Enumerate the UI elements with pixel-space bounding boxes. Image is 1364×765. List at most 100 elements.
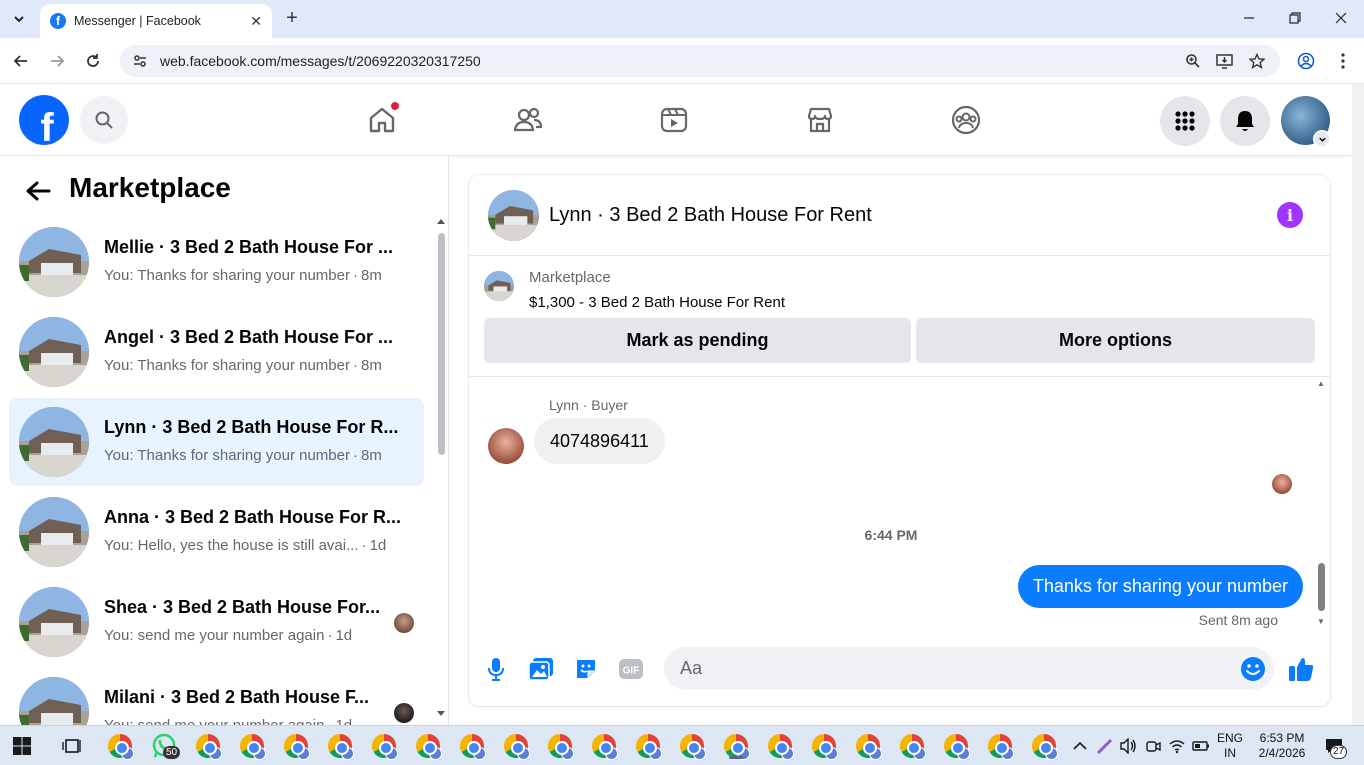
facebook-search-button[interactable] xyxy=(80,96,128,144)
conversation-avatar xyxy=(19,317,89,387)
taskbar-chrome-window[interactable] xyxy=(986,732,1014,760)
back-arrow-icon xyxy=(26,181,51,201)
scroll-up-icon[interactable] xyxy=(437,218,445,224)
tab-close-icon[interactable]: ✕ xyxy=(250,13,262,30)
reload-icon[interactable] xyxy=(80,48,106,74)
close-window-icon[interactable] xyxy=(1318,0,1364,36)
message-scrollbar[interactable]: ▲ ▼ xyxy=(1315,377,1327,632)
page-scrollbar[interactable] xyxy=(1352,84,1364,725)
incoming-message[interactable]: 4074896411 xyxy=(534,418,665,464)
scrollbar-thumb[interactable] xyxy=(1318,563,1325,611)
tab-search-dropdown[interactable] xyxy=(6,6,32,32)
taskbar-chrome-1[interactable] xyxy=(106,732,134,760)
bookmark-star-icon[interactable] xyxy=(1244,48,1270,74)
chevron-down-icon xyxy=(14,16,24,23)
emoji-button[interactable] xyxy=(1240,656,1266,682)
task-view-button[interactable] xyxy=(57,732,85,760)
chat-listing-avatar[interactable] xyxy=(488,190,539,241)
outgoing-message[interactable]: Thanks for sharing your number xyxy=(1017,565,1303,608)
taskbar-chrome-window[interactable] xyxy=(458,732,486,760)
conversation-preview: You: Thanks for sharing your number · 8m xyxy=(104,267,414,284)
volume-icon[interactable] xyxy=(1114,732,1142,760)
nav-home[interactable] xyxy=(364,101,400,138)
back-button[interactable] xyxy=(22,175,54,207)
attach-photo-button[interactable] xyxy=(527,655,555,683)
conversation-item[interactable]: Lynn · 3 Bed 2 Bath House For R... You: T… xyxy=(9,398,424,486)
install-app-icon[interactable] xyxy=(1212,48,1238,74)
taskbar-chrome-window[interactable] xyxy=(546,732,574,760)
preview-time: 1d xyxy=(335,627,353,644)
taskbar-chrome-window[interactable] xyxy=(590,732,618,760)
taskbar-chrome-window[interactable] xyxy=(810,732,838,760)
taskbar-chrome-window[interactable] xyxy=(1030,732,1058,760)
system-clock[interactable]: 6:53 PM 2/4/2026 xyxy=(1252,731,1312,761)
taskbar-chrome-window[interactable] xyxy=(766,732,794,760)
scroll-up-icon[interactable]: ▲ xyxy=(1316,379,1326,388)
restore-icon[interactable] xyxy=(1272,0,1318,36)
scroll-down-icon[interactable]: ▼ xyxy=(1316,617,1326,626)
taskbar-chrome-window[interactable] xyxy=(414,732,442,760)
scroll-down-icon[interactable] xyxy=(437,711,445,717)
input-language[interactable]: ENG IN xyxy=(1214,731,1246,761)
facebook-logo-icon[interactable]: f xyxy=(19,95,69,145)
address-bar[interactable]: web.facebook.com/messages/t/206922032031… xyxy=(120,45,1280,77)
more-options-button[interactable]: More options xyxy=(916,318,1315,363)
start-button[interactable] xyxy=(8,732,36,760)
taskbar-chrome-window[interactable] xyxy=(854,732,882,760)
nav-marketplace[interactable] xyxy=(802,102,838,138)
taskbar-chrome-window[interactable] xyxy=(898,732,926,760)
taskbar-whatsapp[interactable]: 50 xyxy=(150,732,181,760)
nav-friends[interactable] xyxy=(510,102,546,138)
conversation-item[interactable]: Mellie · 3 Bed 2 Bath House For ... You: … xyxy=(9,218,424,306)
minimize-icon[interactable] xyxy=(1226,0,1272,36)
conversation-item[interactable]: Milani · 3 Bed 2 Bath House F... You: sen… xyxy=(9,668,424,725)
sticker-button[interactable] xyxy=(572,655,600,683)
like-send-button[interactable] xyxy=(1287,655,1315,683)
site-info-icon[interactable] xyxy=(132,53,148,69)
sticker-icon xyxy=(577,660,595,678)
buyer-avatar[interactable] xyxy=(488,428,524,464)
nav-groups[interactable] xyxy=(948,102,984,138)
new-tab-plus-icon[interactable]: + xyxy=(282,8,302,28)
conversation-item[interactable]: Angel · 3 Bed 2 Bath House For ... You: T… xyxy=(9,308,424,396)
notifications-button[interactable] xyxy=(1220,96,1270,146)
zoom-icon[interactable] xyxy=(1180,48,1206,74)
gif-button[interactable]: GIF xyxy=(617,655,645,683)
conversation-item[interactable]: Anna · 3 Bed 2 Bath House For R... You: H… xyxy=(9,488,424,576)
listing-title[interactable]: $1,300 - 3 Bed 2 Bath House For Rent xyxy=(529,294,785,311)
taskbar-chrome-window[interactable] xyxy=(194,732,222,760)
taskbar-chrome-window[interactable] xyxy=(678,732,706,760)
forward-nav-icon[interactable] xyxy=(44,48,70,74)
back-nav-icon[interactable] xyxy=(8,48,34,74)
nav-watch[interactable] xyxy=(656,102,692,138)
chrome-icon xyxy=(812,734,838,760)
listing-thumbnail[interactable] xyxy=(484,271,514,301)
chat-title[interactable]: Lynn · 3 Bed 2 Bath House For Rent xyxy=(549,204,872,227)
show-hidden-icons-button[interactable] xyxy=(1066,732,1094,760)
preview-text: You: send me your number again xyxy=(104,717,324,725)
message-input[interactable] xyxy=(664,647,1224,690)
taskbar-chrome-window[interactable] xyxy=(326,732,354,760)
seen-avatar xyxy=(394,703,414,723)
taskbar-chrome-window[interactable] xyxy=(370,732,398,760)
taskbar-chrome-window[interactable] xyxy=(634,732,662,760)
scrollbar-thumb[interactable] xyxy=(438,233,445,455)
taskbar-chrome-window[interactable] xyxy=(942,732,970,760)
conversation-preview: You: Thanks for sharing your number · 8m xyxy=(104,357,414,374)
browser-tab[interactable]: f Messenger | Facebook ✕ xyxy=(40,4,272,38)
notification-center[interactable]: 27 xyxy=(1320,732,1348,760)
voice-clip-button[interactable] xyxy=(482,655,510,683)
menu-button[interactable] xyxy=(1160,96,1210,146)
taskbar-chrome-window[interactable] xyxy=(722,732,750,760)
chrome-menu-icon[interactable] xyxy=(1330,48,1356,74)
conversation-item[interactable]: Shea · 3 Bed 2 Bath House For... You: sen… xyxy=(9,578,424,666)
taskbar-chrome-window[interactable] xyxy=(502,732,530,760)
conversation-list-scrollbar[interactable] xyxy=(437,218,445,725)
battery-icon[interactable] xyxy=(1187,732,1215,760)
account-chevron-icon[interactable] xyxy=(1313,130,1331,148)
chrome-profile-icon[interactable] xyxy=(1293,48,1319,74)
info-icon[interactable]: i xyxy=(1277,202,1303,228)
taskbar-chrome-window[interactable] xyxy=(282,732,310,760)
mark-as-pending-button[interactable]: Mark as pending xyxy=(484,318,911,363)
taskbar-chrome-window[interactable] xyxy=(238,732,266,760)
